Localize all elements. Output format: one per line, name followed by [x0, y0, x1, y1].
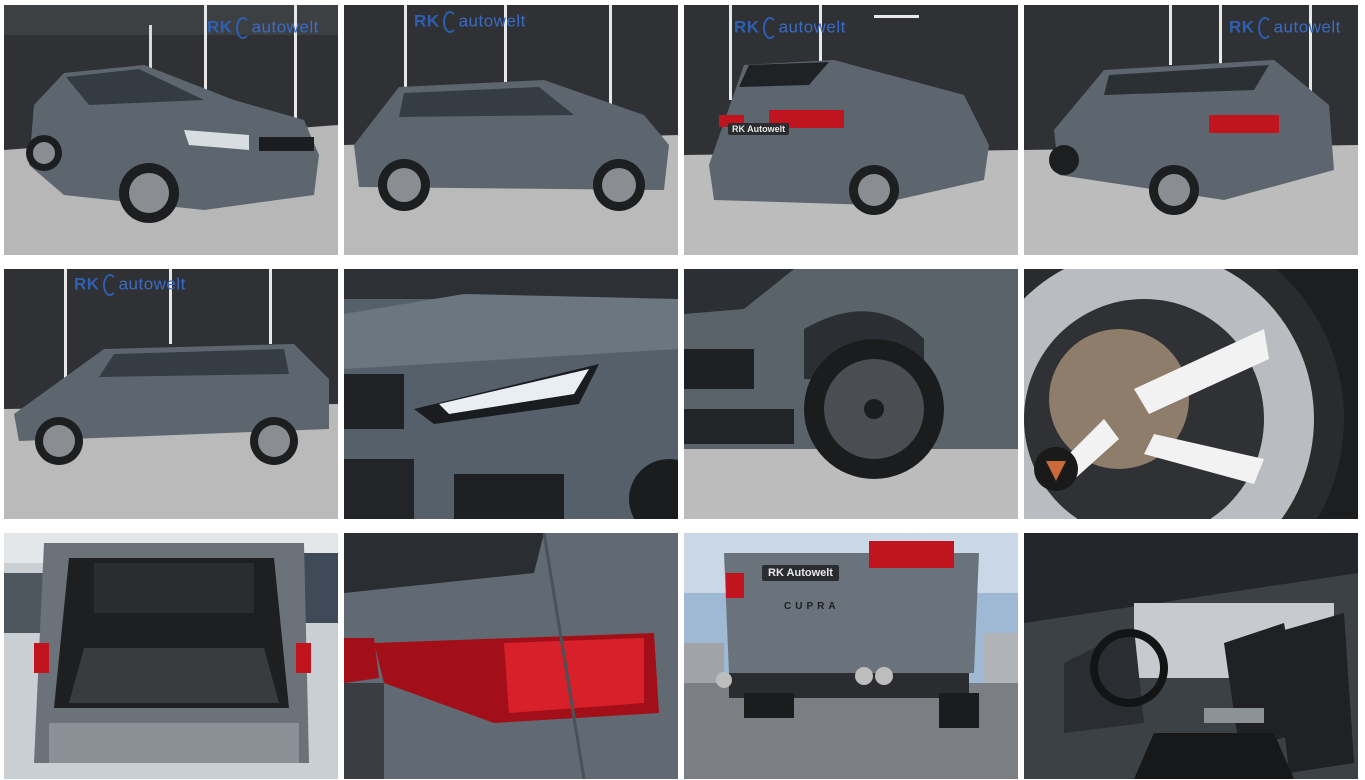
- car-rear-three-quarter-left-image: [1024, 5, 1358, 255]
- photo-gallery: RK autowelt RK autowelt RK autowelt RK A…: [0, 0, 1365, 780]
- showroom-logo: RK autowelt: [414, 11, 526, 33]
- front-wheel-detail-image: [684, 269, 1018, 519]
- dealer-license-plate: RK Autowelt: [728, 123, 790, 135]
- gallery-photo-6[interactable]: [344, 269, 678, 519]
- model-badge: CUPRA: [784, 601, 840, 612]
- taillight-detail-image: [344, 533, 678, 779]
- gallery-photo-5[interactable]: RK autowelt: [4, 269, 338, 519]
- gallery-photo-12[interactable]: [1024, 533, 1358, 779]
- gallery-photo-10[interactable]: [344, 533, 678, 779]
- rear-exhaust-image: [684, 533, 1018, 779]
- gallery-photo-4[interactable]: RK autowelt: [1024, 5, 1358, 255]
- gallery-photo-11[interactable]: RK Autowelt CUPRA: [684, 533, 1018, 779]
- showroom-logo: RK autowelt: [1229, 17, 1341, 39]
- car-side-left-image: [4, 269, 338, 519]
- gallery-photo-7[interactable]: [684, 269, 1018, 519]
- gallery-photo-2[interactable]: RK autowelt: [344, 5, 678, 255]
- open-trunk-image: [4, 533, 338, 779]
- showroom-logo: RK autowelt: [734, 17, 846, 39]
- dealer-license-plate: RK Autowelt: [762, 565, 839, 581]
- gallery-photo-8[interactable]: [1024, 269, 1358, 519]
- interior-image: [1024, 533, 1358, 779]
- gallery-photo-3[interactable]: RK autowelt RK Autowelt: [684, 5, 1018, 255]
- wheel-brake-detail-image: [1024, 269, 1358, 519]
- showroom-logo: RK autowelt: [74, 274, 186, 296]
- car-side-right-image: [344, 5, 678, 255]
- gallery-photo-9[interactable]: [4, 533, 338, 779]
- car-front-three-quarter-image: [4, 5, 338, 255]
- gallery-photo-1[interactable]: RK autowelt: [4, 5, 338, 255]
- headlight-detail-image: [344, 269, 678, 519]
- showroom-logo: RK autowelt: [207, 17, 319, 39]
